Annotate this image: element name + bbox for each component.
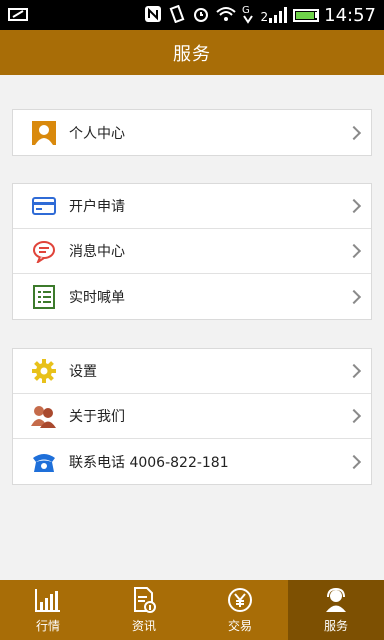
row-label: 联系电话 4006-822-181	[69, 454, 229, 471]
row-personal-center[interactable]: 个人中心	[13, 110, 371, 155]
tab-service[interactable]: 服务	[288, 580, 384, 640]
chevron-right-icon	[346, 454, 362, 469]
tab-label: 资讯	[131, 618, 156, 633]
gear-icon	[31, 358, 57, 384]
chevron-right-icon	[346, 408, 362, 424]
signal-label: 2	[260, 10, 269, 24]
row-about-us[interactable]: 关于我们	[13, 394, 371, 439]
chevron-right-icon	[346, 198, 362, 214]
list-icon	[31, 284, 57, 310]
row-label: 开户申请	[69, 199, 125, 215]
header-bar: 服务	[0, 30, 384, 75]
service-agent-icon	[323, 587, 349, 613]
row-realtime-calls[interactable]: 实时喊单	[13, 274, 371, 319]
row-label: 消息中心	[69, 244, 125, 260]
tab-trade[interactable]: 交易	[192, 580, 288, 640]
screenshot-icon	[8, 6, 28, 25]
nfc-icon	[144, 5, 162, 26]
row-label: 实时喊单	[69, 289, 125, 306]
group-account: 开户申请 消息中心 实时喊单	[12, 183, 372, 320]
tab-news[interactable]: 资讯	[96, 580, 192, 640]
row-label: 关于我们	[69, 409, 125, 425]
tab-quotes[interactable]: 行情	[0, 580, 96, 640]
people-icon	[31, 403, 57, 429]
alarm-icon	[192, 5, 210, 26]
chevron-right-icon	[346, 243, 362, 259]
phone-icon	[31, 449, 57, 475]
chevron-right-icon	[346, 125, 362, 140]
bottom-tab-bar: 行情 资讯 交易 服务	[0, 580, 384, 640]
message-icon	[31, 238, 57, 264]
svg-text:G: G	[242, 5, 250, 16]
tab-label: 交易	[227, 618, 252, 633]
row-contact-phone[interactable]: 联系电话 4006-822-181	[13, 439, 371, 484]
row-message-center[interactable]: 消息中心	[13, 229, 371, 274]
page-title: 服务	[173, 43, 211, 65]
wifi-icon	[216, 6, 237, 25]
row-label: 设置	[69, 364, 97, 380]
card-icon	[31, 193, 57, 219]
person-icon	[31, 120, 57, 146]
status-time: 14:57	[324, 4, 376, 26]
tab-label: 行情	[35, 618, 60, 633]
row-label: 个人中心	[69, 125, 125, 142]
cell-signal-icon: 2	[260, 7, 288, 24]
battery-icon	[293, 8, 320, 22]
chevron-right-icon	[346, 289, 362, 304]
row-open-account[interactable]: 开户申请	[13, 184, 371, 229]
data-transfer-icon: G	[242, 4, 254, 27]
chevron-right-icon	[346, 363, 362, 379]
vibrate-icon	[168, 4, 186, 26]
row-settings[interactable]: 设置	[13, 349, 371, 394]
group-settings: 设置 关于我们 联系电话 4006-822-181	[12, 348, 372, 485]
status-bar: G 2 14:57	[0, 0, 384, 30]
tab-label: 服务	[323, 618, 348, 633]
document-icon	[131, 586, 157, 613]
bar-chart-icon	[35, 587, 61, 613]
yuan-coin-icon	[227, 587, 253, 613]
group-personal: 个人中心	[12, 109, 372, 156]
